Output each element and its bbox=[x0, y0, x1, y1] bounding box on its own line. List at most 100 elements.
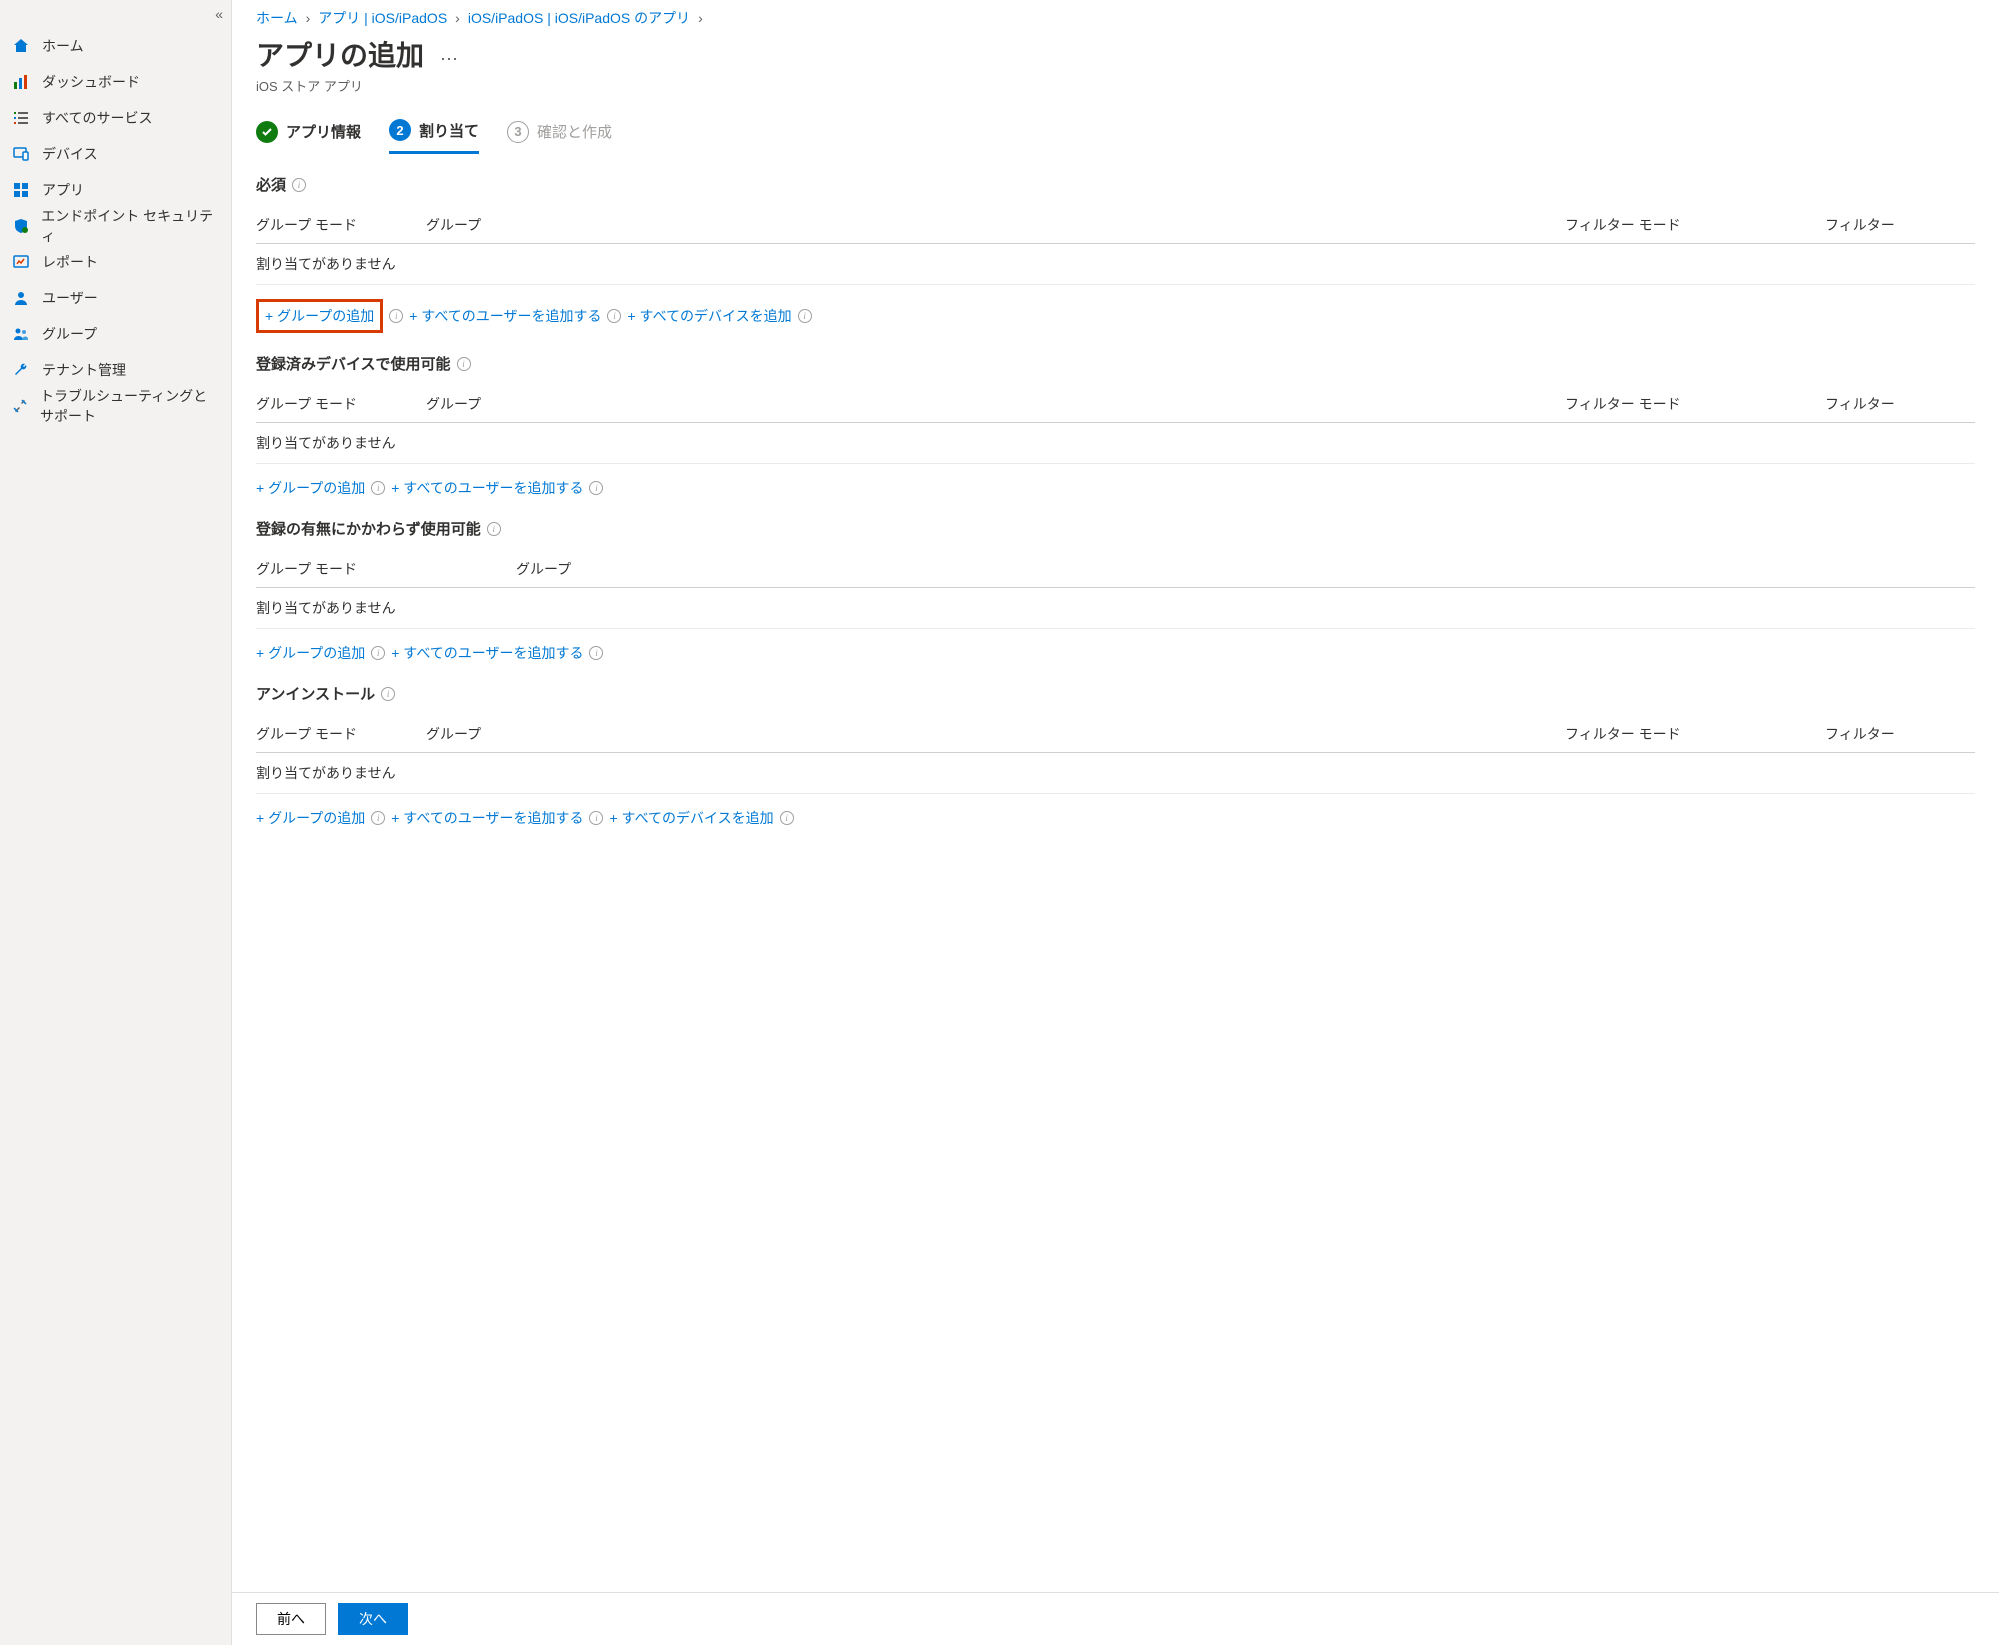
prev-button[interactable]: 前へ bbox=[256, 1603, 326, 1635]
col-filter: フィルター bbox=[1825, 724, 1975, 744]
info-icon[interactable]: i bbox=[589, 646, 603, 660]
sidebar-item-dashboard[interactable]: ダッシュボード bbox=[0, 64, 231, 100]
info-icon[interactable]: i bbox=[389, 309, 403, 323]
sidebar: « ホーム ダッシュボード すべてのサービス デバイス アプリ エンド bbox=[0, 0, 232, 1645]
sidebar-item-troubleshooting[interactable]: トラブルシューティングとサポート bbox=[0, 388, 231, 424]
step-assignments[interactable]: 2 割り当て bbox=[389, 119, 479, 154]
main-content: ホーム › アプリ | iOS/iPadOS › iOS/iPadOS | iO… bbox=[232, 0, 1999, 1645]
dashboard-icon bbox=[12, 73, 30, 91]
sidebar-item-tenant-admin[interactable]: テナント管理 bbox=[0, 352, 231, 388]
sidebar-item-users[interactable]: ユーザー bbox=[0, 280, 231, 316]
info-icon[interactable]: i bbox=[589, 811, 603, 825]
sidebar-item-label: ダッシュボード bbox=[42, 72, 140, 92]
breadcrumb: ホーム › アプリ | iOS/iPadOS › iOS/iPadOS | iO… bbox=[256, 8, 1975, 28]
info-icon[interactable]: i bbox=[487, 522, 501, 536]
step-number-badge: 3 bbox=[507, 121, 529, 143]
info-icon[interactable]: i bbox=[371, 646, 385, 660]
table-header: グループ モード グループ フィルター モード フィルター bbox=[256, 207, 1975, 244]
info-icon[interactable]: i bbox=[381, 687, 395, 701]
table-header: グループ モード グループ フィルター モード フィルター bbox=[256, 716, 1975, 753]
breadcrumb-ios-apps[interactable]: iOS/iPadOS | iOS/iPadOS のアプリ bbox=[468, 8, 690, 28]
add-all-users-link[interactable]: + すべてのユーザーを追加する bbox=[391, 808, 583, 828]
info-icon[interactable]: i bbox=[292, 178, 306, 192]
page-subtitle: iOS ストア アプリ bbox=[256, 76, 1975, 95]
breadcrumb-apps[interactable]: アプリ | iOS/iPadOS bbox=[318, 8, 447, 28]
sidebar-item-label: トラブルシューティングとサポート bbox=[40, 386, 219, 426]
section-title: 必須 bbox=[256, 174, 286, 195]
col-group: グループ bbox=[426, 215, 1565, 235]
info-icon[interactable]: i bbox=[371, 481, 385, 495]
sidebar-item-all-services[interactable]: すべてのサービス bbox=[0, 100, 231, 136]
info-icon[interactable]: i bbox=[798, 309, 812, 323]
wizard-steps: アプリ情報 2 割り当て 3 確認と作成 bbox=[256, 119, 1975, 154]
step-label: 確認と作成 bbox=[537, 121, 612, 142]
col-group-mode: グループ モード bbox=[256, 559, 516, 579]
shield-icon bbox=[12, 217, 29, 235]
device-icon bbox=[12, 145, 30, 163]
next-button[interactable]: 次へ bbox=[338, 1603, 408, 1635]
sidebar-item-label: グループ bbox=[42, 324, 97, 344]
add-all-devices-link[interactable]: + すべてのデバイスを追加 bbox=[627, 306, 791, 326]
info-icon[interactable]: i bbox=[607, 309, 621, 323]
sidebar-collapse-button[interactable]: « bbox=[215, 6, 223, 22]
col-filter-mode: フィルター モード bbox=[1565, 394, 1825, 414]
section-available-all: 登録の有無にかかわらず使用可能 i グループ モード グループ 割り当てがありま… bbox=[256, 518, 1975, 663]
step-label: アプリ情報 bbox=[286, 121, 361, 142]
info-icon[interactable]: i bbox=[457, 357, 471, 371]
breadcrumb-home[interactable]: ホーム bbox=[256, 8, 298, 28]
col-group: グループ bbox=[426, 724, 1565, 744]
sidebar-item-label: すべてのサービス bbox=[42, 108, 152, 128]
add-group-link[interactable]: + グループの追加 bbox=[256, 478, 365, 498]
step-app-info[interactable]: アプリ情報 bbox=[256, 121, 361, 153]
wizard-footer: 前へ 次へ bbox=[232, 1592, 1999, 1645]
step-label: 割り当て bbox=[419, 120, 479, 141]
sidebar-item-label: レポート bbox=[42, 252, 98, 272]
step-number-badge: 2 bbox=[389, 119, 411, 141]
sidebar-item-label: エンドポイント セキュリティ bbox=[41, 206, 219, 246]
group-icon bbox=[12, 325, 30, 343]
more-button[interactable]: ⋯ bbox=[440, 49, 459, 70]
col-filter: フィルター bbox=[1825, 394, 1975, 414]
table-empty-row: 割り当てがありません bbox=[256, 753, 1975, 794]
chevron-right-icon: › bbox=[698, 10, 703, 26]
wrench-icon bbox=[12, 361, 30, 379]
sidebar-item-endpoint-security[interactable]: エンドポイント セキュリティ bbox=[0, 208, 231, 244]
section-uninstall: アンインストール i グループ モード グループ フィルター モード フィルター… bbox=[256, 683, 1975, 828]
table-empty-row: 割り当てがありません bbox=[256, 588, 1975, 629]
table-header: グループ モード グループ bbox=[256, 551, 1975, 588]
sidebar-item-devices[interactable]: デバイス bbox=[0, 136, 231, 172]
sidebar-item-label: ユーザー bbox=[42, 288, 98, 308]
add-all-devices-link[interactable]: + すべてのデバイスを追加 bbox=[609, 808, 773, 828]
info-icon[interactable]: i bbox=[780, 811, 794, 825]
section-title: アンインストール bbox=[256, 683, 375, 704]
section-title: 登録済みデバイスで使用可能 bbox=[256, 353, 451, 374]
sidebar-item-reports[interactable]: レポート bbox=[0, 244, 231, 280]
col-filter-mode: フィルター モード bbox=[1565, 215, 1825, 235]
sidebar-item-groups[interactable]: グループ bbox=[0, 316, 231, 352]
sidebar-item-apps[interactable]: アプリ bbox=[0, 172, 231, 208]
col-group: グループ bbox=[516, 559, 1975, 579]
home-icon bbox=[12, 37, 30, 55]
add-all-users-link[interactable]: + すべてのユーザーを追加する bbox=[391, 478, 583, 498]
add-group-link[interactable]: + グループの追加 bbox=[265, 306, 374, 326]
info-icon[interactable]: i bbox=[371, 811, 385, 825]
col-group-mode: グループ モード bbox=[256, 215, 426, 235]
sidebar-item-label: テナント管理 bbox=[42, 360, 126, 380]
report-icon bbox=[12, 253, 30, 271]
info-icon[interactable]: i bbox=[589, 481, 603, 495]
chevron-right-icon: › bbox=[306, 10, 311, 26]
add-group-link[interactable]: + グループの追加 bbox=[256, 808, 365, 828]
highlighted-add-group: + グループの追加 bbox=[256, 299, 383, 333]
section-title: 登録の有無にかかわらず使用可能 bbox=[256, 518, 481, 539]
sidebar-item-label: ホーム bbox=[42, 36, 84, 56]
add-all-users-link[interactable]: + すべてのユーザーを追加する bbox=[391, 643, 583, 663]
tools-icon bbox=[12, 397, 28, 415]
add-group-link[interactable]: + グループの追加 bbox=[256, 643, 365, 663]
table-header: グループ モード グループ フィルター モード フィルター bbox=[256, 386, 1975, 423]
step-review-create[interactable]: 3 確認と作成 bbox=[507, 121, 612, 153]
sidebar-item-home[interactable]: ホーム bbox=[0, 28, 231, 64]
user-icon bbox=[12, 289, 30, 307]
list-icon bbox=[12, 109, 30, 127]
section-available-enrolled: 登録済みデバイスで使用可能 i グループ モード グループ フィルター モード … bbox=[256, 353, 1975, 498]
add-all-users-link[interactable]: + すべてのユーザーを追加する bbox=[409, 306, 601, 326]
